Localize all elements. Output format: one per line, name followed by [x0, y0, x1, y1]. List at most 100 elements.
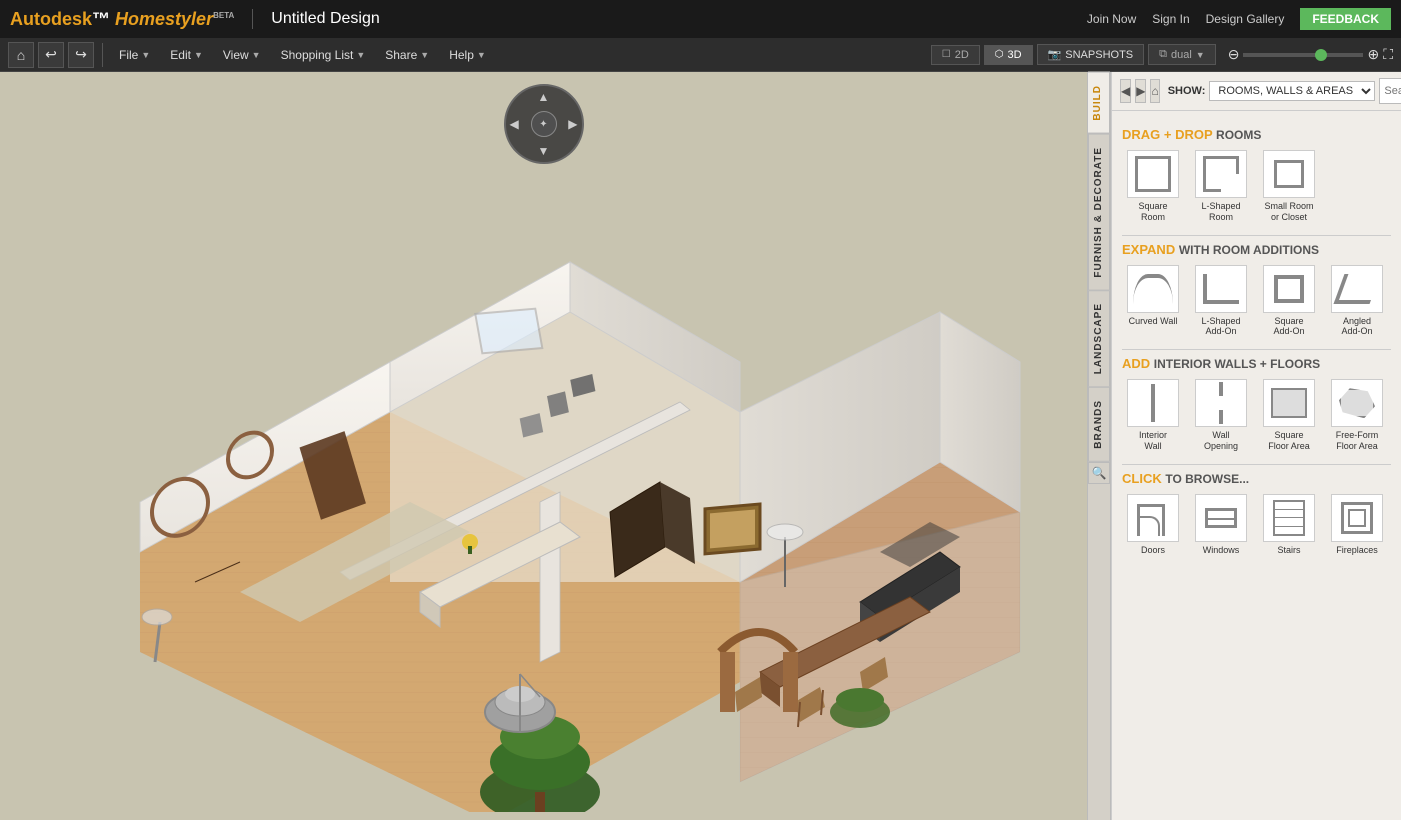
door-arc [1140, 516, 1160, 536]
doors-item[interactable]: Doors [1122, 494, 1184, 556]
shopping-list-menu[interactable]: Shopping List ▼ [273, 44, 374, 66]
divider-2 [1122, 349, 1391, 350]
logo-area: Autodesk™ HomestylerBETA Untitled Design [10, 9, 380, 30]
square-add-item[interactable]: SquareAdd-On [1258, 265, 1320, 338]
small-room-item[interactable]: Small Roomor Closet [1258, 150, 1320, 223]
home-button[interactable]: ⌂ [8, 42, 34, 68]
zoom-thumb[interactable] [1315, 49, 1327, 61]
stairs-item[interactable]: Stairs [1258, 494, 1320, 556]
stairs-icon-box [1263, 494, 1315, 542]
interior-wall-shape [1151, 384, 1155, 422]
sidebar-search-input[interactable] [1384, 85, 1401, 97]
view-dropdown-arrow: ▼ [252, 50, 261, 60]
windows-item[interactable]: Windows [1190, 494, 1252, 556]
edit-dropdown-arrow: ▼ [194, 50, 203, 60]
sidebar-navigation: ◀ ▶ ⌂ SHOW: ROOMS, WALLS & AREAS 🔍 [1112, 72, 1401, 111]
magnify-icon[interactable]: 🔍 [1088, 462, 1110, 484]
fireplaces-item[interactable]: Fireplaces [1326, 494, 1388, 556]
zoom-controls: ⊖ ⊕ ⛶ [1228, 46, 1393, 63]
nav-center-dot[interactable]: ✦ [531, 111, 557, 137]
design-gallery-link[interactable]: Design Gallery [1206, 12, 1285, 26]
sq-floor-label: SquareFloor Area [1268, 430, 1310, 452]
redo-button[interactable]: ↪ [68, 42, 94, 68]
curved-wall-shape [1133, 274, 1173, 304]
sq-floor-item[interactable]: SquareFloor Area [1258, 379, 1320, 452]
fullscreen-button[interactable]: ⛶ [1383, 46, 1393, 63]
zoom-out-button[interactable]: ⊖ [1228, 46, 1240, 63]
file-dropdown-arrow: ▼ [141, 50, 150, 60]
build-tab[interactable]: BUILD [1088, 72, 1110, 134]
wall-opening-top [1219, 382, 1223, 396]
nav-up-arrow[interactable]: ▲ [538, 90, 550, 104]
dual-view-button[interactable]: ⧉ dual ▼ [1148, 44, 1216, 65]
window-inner [1208, 518, 1234, 520]
nav-back-button[interactable]: ◀ [1120, 79, 1131, 103]
small-room-icon-box [1263, 150, 1315, 198]
brands-tab[interactable]: BRANDS [1088, 387, 1110, 462]
expand-regular: WITH ROOM ADDITIONS [1179, 243, 1319, 257]
fireplaces-label: Fireplaces [1336, 545, 1378, 556]
interior-walls-grid: InteriorWall WallOpening [1122, 379, 1391, 452]
landscape-tab[interactable]: LANDSCAPE [1088, 290, 1110, 387]
file-menu[interactable]: File ▼ [111, 44, 158, 66]
iso-floorplan-svg [40, 152, 1040, 812]
nav-right-arrow[interactable]: ▶ [568, 117, 577, 131]
zoom-in-button[interactable]: ⊕ [1367, 46, 1379, 63]
browse-grid: Doors Windows [1122, 494, 1391, 556]
l-shaped-add-item[interactable]: L-ShapedAdd-On [1190, 265, 1252, 338]
top-nav-bar: Autodesk™ HomestylerBETA Untitled Design… [0, 0, 1401, 38]
l-shaped-add-icon-box [1195, 265, 1247, 313]
wall-opening-icon-box [1195, 379, 1247, 427]
logo-text: Autodesk™ HomestylerBETA [10, 9, 234, 30]
angled-add-item[interactable]: AngledAdd-On [1326, 265, 1388, 338]
sign-in-link[interactable]: Sign In [1152, 12, 1189, 26]
right-sidebar: ◀ ▶ ⌂ SHOW: ROOMS, WALLS & AREAS 🔍 DRAG … [1111, 72, 1401, 820]
interior-wall-item[interactable]: InteriorWall [1122, 379, 1184, 452]
windows-icon-box [1195, 494, 1247, 542]
undo-button[interactable]: ↩ [38, 42, 64, 68]
additions-grid: Curved Wall L-ShapedAdd-On SquareAdd-On [1122, 265, 1391, 338]
curved-wall-item[interactable]: Curved Wall [1122, 265, 1184, 338]
sidebar-search-box[interactable]: 🔍 [1379, 78, 1401, 104]
zoom-slider[interactable] [1243, 53, 1363, 57]
free-floor-item[interactable]: Free-FormFloor Area [1326, 379, 1388, 452]
nav-left-arrow[interactable]: ◀ [510, 117, 519, 131]
stair-step-1 [1275, 502, 1303, 510]
view-menu[interactable]: View ▼ [215, 44, 269, 66]
stairs-label: Stairs [1277, 545, 1300, 556]
help-menu[interactable]: Help ▼ [441, 44, 494, 66]
divider-3 [1122, 464, 1391, 465]
show-dropdown[interactable]: ROOMS, WALLS & AREAS [1209, 81, 1375, 101]
wall-opening-item[interactable]: WallOpening [1190, 379, 1252, 452]
sq-floor-shape [1271, 388, 1307, 418]
feedback-button[interactable]: FEEDBACK [1300, 8, 1391, 30]
top-right-links: Join Now Sign In Design Gallery FEEDBACK [1087, 8, 1391, 30]
interior-regular: INTERIOR WALLS + FLOORS [1154, 357, 1320, 371]
angled-add-icon-box [1331, 265, 1383, 313]
square-add-icon-box [1263, 265, 1315, 313]
wall-opening-bottom [1219, 410, 1223, 424]
share-menu[interactable]: Share ▼ [377, 44, 437, 66]
l-shaped-room-item[interactable]: L-ShapedRoom [1190, 150, 1252, 223]
edit-menu[interactable]: Edit ▼ [162, 44, 211, 66]
rooms-regular: ROOMS [1216, 128, 1261, 142]
add-keyword: ADD [1122, 356, 1150, 371]
divider-1 [1122, 235, 1391, 236]
expand-keyword: EXPAND [1122, 242, 1175, 257]
free-floor-shape [1339, 388, 1375, 418]
canvas-area[interactable]: ▲ ◀ ✦ ▶ ▼ [0, 72, 1087, 820]
floorplan-container [40, 152, 1040, 812]
interior-walls-header: ADD INTERIOR WALLS + FLOORS [1122, 356, 1391, 371]
square-room-item[interactable]: SquareRoom [1122, 150, 1184, 223]
join-now-link[interactable]: Join Now [1087, 12, 1136, 26]
view-2d-button[interactable]: ☐ 2D [931, 45, 980, 65]
angled-add-shape [1334, 274, 1381, 304]
l-shaped-room-icon-box [1195, 150, 1247, 198]
room-shapes-grid: SquareRoom L-ShapedRoom Small Roomor Clo… [1122, 150, 1391, 223]
nav-home-button[interactable]: ⌂ [1150, 79, 1159, 103]
view-3d-button[interactable]: ⬡ 3D [984, 45, 1033, 65]
snapshots-button[interactable]: 📷 SNAPSHOTS [1037, 44, 1145, 65]
nav-forward-button[interactable]: ▶ [1135, 79, 1146, 103]
curved-wall-label: Curved Wall [1129, 316, 1178, 327]
furnish-tab[interactable]: FURNISH & DECORATE [1088, 134, 1110, 291]
